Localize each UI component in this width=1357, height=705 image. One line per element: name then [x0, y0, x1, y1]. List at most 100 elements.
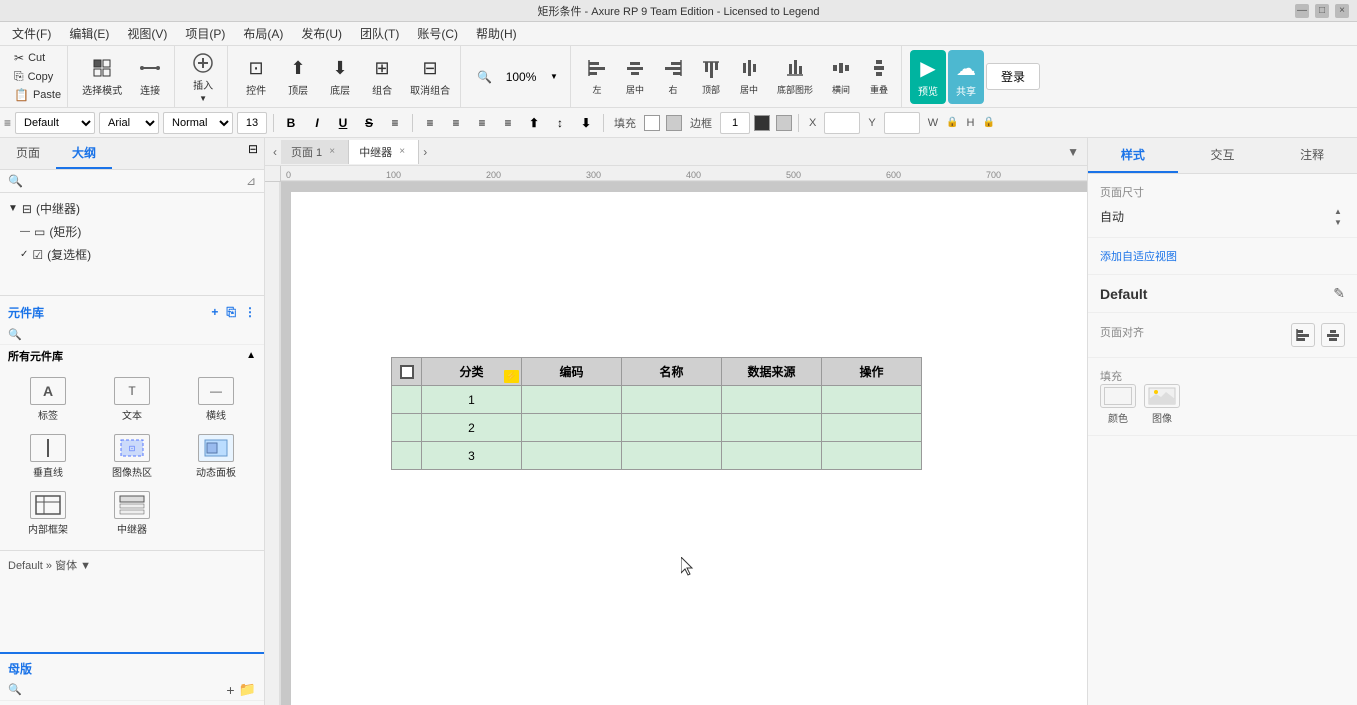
menu-file[interactable]: 文件(F) — [4, 23, 59, 44]
align-bottom-button[interactable]: 底部图形 — [769, 50, 821, 104]
underline-button[interactable]: U — [332, 112, 354, 134]
zoom-input[interactable] — [496, 68, 546, 86]
list-button[interactable]: ≡ — [384, 112, 406, 134]
component-hline[interactable]: — 横线 — [176, 373, 256, 426]
copy-button[interactable]: ⎘ Copy — [12, 68, 63, 85]
menu-help[interactable]: 帮助(H) — [468, 23, 525, 44]
more-options-icon[interactable]: ⋮ — [244, 305, 256, 320]
fill-image-button[interactable] — [1144, 384, 1180, 408]
copy-component-icon[interactable]: ⎘ — [226, 305, 236, 320]
table-header-category[interactable]: 分类 ⚡ — [422, 358, 522, 386]
component-vline[interactable]: 垂直线 — [8, 430, 88, 483]
canvas-scroll-right[interactable]: › — [419, 145, 431, 159]
align-center-page-button[interactable] — [1321, 323, 1345, 347]
align-middle-text-button[interactable]: ↕ — [549, 112, 571, 134]
adaptive-view-link[interactable]: 添加自适应视图 — [1100, 251, 1177, 263]
master-search-input[interactable] — [26, 684, 223, 696]
distribute-v-button[interactable]: 重叠 — [861, 50, 897, 104]
share-button[interactable]: ☁ 共享 — [948, 50, 984, 104]
add-component-icon[interactable]: + — [211, 305, 218, 320]
canvas-viewport[interactable]: 分类 ⚡ 编码 名称 — [281, 182, 1087, 705]
controls-button[interactable]: ⊡ 控件 — [236, 50, 276, 104]
close-button[interactable]: × — [1335, 4, 1349, 18]
login-button[interactable]: 登录 — [986, 63, 1040, 90]
preview-button[interactable]: ▶ 预览 — [910, 50, 946, 104]
table-header-code[interactable]: 编码 — [522, 358, 622, 386]
component-hotspot[interactable]: ⊡ 图像热区 — [92, 430, 172, 483]
align-left-button[interactable]: 左 — [579, 50, 615, 104]
tab-style[interactable]: 样式 — [1088, 138, 1178, 173]
border-color-swatch[interactable] — [754, 115, 770, 131]
tree-item-repeater[interactable]: ▼ ⊟ (中继器) — [0, 197, 264, 220]
align-left-page-button[interactable] — [1291, 323, 1315, 347]
component-inline-frame[interactable]: 内部框架 — [8, 487, 88, 540]
align-bottom-text-button[interactable]: ⬇ — [575, 112, 597, 134]
border-color2-swatch[interactable] — [776, 115, 792, 131]
font-select[interactable]: Arial — [99, 112, 159, 134]
group-button[interactable]: ⊞ 组合 — [362, 50, 402, 104]
table-header-datasource[interactable]: 数据来源 — [722, 358, 822, 386]
tab-interact[interactable]: 交互 — [1178, 138, 1268, 173]
menu-team[interactable]: 团队(T) — [352, 23, 407, 44]
window-controls[interactable]: — □ × — [1295, 4, 1349, 18]
font-size-input[interactable] — [237, 112, 267, 134]
component-repeater[interactable]: 中继器 — [92, 487, 172, 540]
header-checkbox[interactable] — [400, 365, 414, 379]
align-top-button[interactable]: 顶部 — [693, 50, 729, 104]
zoom-control[interactable]: 🔍 ▼ — [469, 66, 566, 88]
collapse-arrow[interactable]: ▲ — [246, 350, 256, 361]
align-center-h-button[interactable]: 居中 — [617, 50, 653, 104]
table-header-name[interactable]: 名称 — [622, 358, 722, 386]
menu-project[interactable]: 项目(P) — [177, 23, 233, 44]
italic-button[interactable]: I — [306, 112, 328, 134]
align-text-justify-button[interactable]: ≡ — [497, 112, 519, 134]
canvas-more-button[interactable]: ▼ — [1063, 145, 1083, 159]
canvas-tab-repeater[interactable]: 中继器 × — [349, 140, 419, 164]
tab-notes[interactable]: 注释 — [1267, 138, 1357, 173]
tree-item-rect[interactable]: — ▭ (矩形) — [0, 220, 264, 243]
border-width-input[interactable] — [720, 112, 750, 134]
menu-edit[interactable]: 编辑(E) — [61, 23, 117, 44]
ungroup-button[interactable]: ⊟ 取消组合 — [404, 50, 456, 104]
close-tab-page1[interactable]: × — [326, 146, 338, 158]
close-tab-repeater[interactable]: × — [396, 146, 408, 158]
component-label[interactable]: A 标签 — [8, 373, 88, 426]
outline-filter-button[interactable]: ⊟ — [242, 138, 264, 169]
table-header-action[interactable]: 操作 — [822, 358, 922, 386]
minimize-button[interactable]: — — [1295, 4, 1309, 18]
menu-layout[interactable]: 布局(A) — [235, 23, 291, 44]
fill-color-swatch[interactable] — [644, 115, 660, 131]
align-text-right-button[interactable]: ≡ — [471, 112, 493, 134]
insert-button[interactable]: 插入 ▼ — [183, 50, 223, 104]
zoom-dropdown-icon[interactable]: ▼ — [550, 72, 558, 81]
align-text-left-button[interactable]: ≡ — [419, 112, 441, 134]
table-header-checkbox[interactable] — [392, 358, 422, 386]
page-size-up[interactable]: ▲ — [1331, 206, 1345, 216]
sort-icon[interactable]: ⊿ — [246, 174, 256, 188]
menu-publish[interactable]: 发布(U) — [293, 23, 350, 44]
add-master-button[interactable]: + — [226, 682, 234, 698]
y-input[interactable] — [884, 112, 920, 134]
weight-select[interactable]: Normal — [163, 112, 233, 134]
align-text-center-button[interactable]: ≡ — [445, 112, 467, 134]
tree-item-checkbox[interactable]: ✓ ☑ (复选框) — [0, 243, 264, 266]
fill-color-button[interactable] — [1100, 384, 1136, 408]
folder-master-button[interactable]: 📁 — [239, 681, 256, 698]
tab-pages[interactable]: 页面 — [0, 138, 56, 169]
top-layer-button[interactable]: ⬆ 顶层 — [278, 50, 318, 104]
align-top-text-button[interactable]: ⬆ — [523, 112, 545, 134]
component-search-input[interactable] — [26, 328, 256, 340]
canvas-tab-page1[interactable]: 页面 1 × — [281, 140, 349, 164]
table-widget-container[interactable]: 分类 ⚡ 编码 名称 — [391, 357, 922, 470]
align-center-v-button[interactable]: 居中 — [731, 50, 767, 104]
outline-search-input[interactable] — [27, 175, 242, 187]
x-input[interactable] — [824, 112, 860, 134]
align-right-button[interactable]: 右 — [655, 50, 691, 104]
select-mode-button[interactable]: 选择模式 — [76, 50, 128, 104]
maximize-button[interactable]: □ — [1315, 4, 1329, 18]
menu-view[interactable]: 视图(V) — [119, 23, 175, 44]
component-library-header[interactable]: 元件库 + ⎘ ⋮ — [0, 300, 264, 325]
component-text[interactable]: T 文本 — [92, 373, 172, 426]
page-size-down[interactable]: ▼ — [1331, 217, 1345, 227]
component-dynamic-panel[interactable]: 动态面板 — [176, 430, 256, 483]
